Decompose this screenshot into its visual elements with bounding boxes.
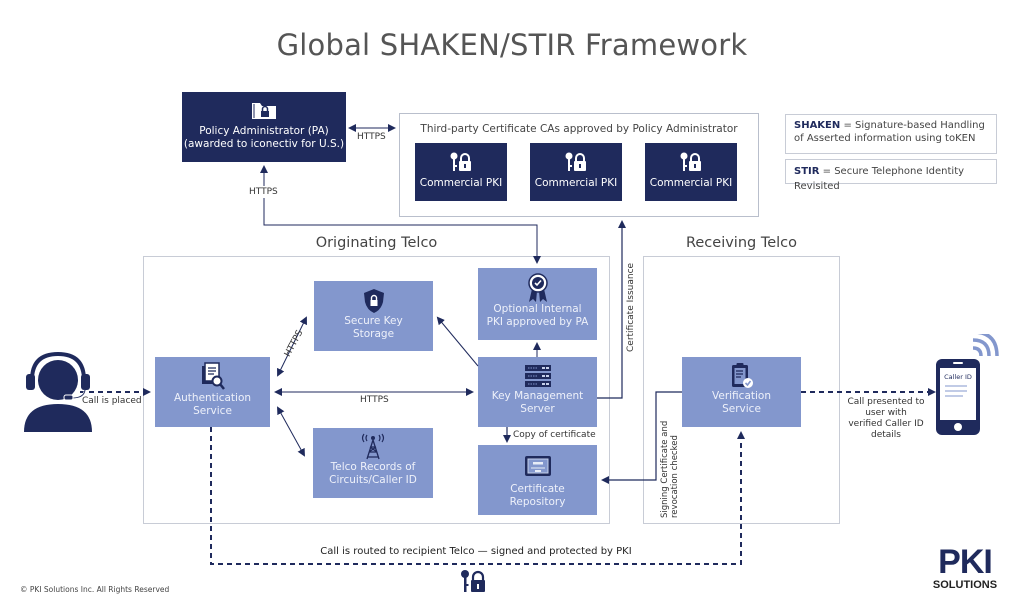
call-routed-label: Call is routed to recipient Telco — sign…	[320, 546, 632, 557]
certificate-issuance-label: Certificate Issuance	[626, 262, 636, 352]
wifi-signal-icon	[972, 334, 999, 357]
phone-device: Caller ID	[935, 358, 981, 436]
phone-caller-id-text: Caller ID	[944, 373, 972, 381]
call-presented-line3: verified Caller ID	[848, 419, 924, 429]
arrow-certificate-issuance	[597, 220, 626, 399]
https-label-auth-kms: HTTPS	[360, 395, 389, 405]
caller-headset-icon	[24, 351, 92, 432]
https-label-pa-down: HTTPS	[249, 186, 278, 198]
logo-solutions-text: SOLUTIONS	[932, 579, 998, 591]
key-lock-icon	[461, 570, 485, 592]
https-label-pa-ca: HTTPS	[357, 132, 386, 142]
signing-check-line1: Signing Certificate and	[660, 420, 670, 518]
mobile-phone-icon	[936, 359, 980, 435]
call-presented-line4: details	[871, 430, 901, 440]
signing-check-line2: revocation checked	[670, 435, 680, 518]
connector-lines	[80, 124, 936, 565]
pki-solutions-logo: PKI SOLUTIONS	[925, 543, 1005, 591]
arrow-kms-to-secure-key	[436, 316, 479, 367]
signing-check-label: Signing Certificate and revocation check…	[660, 421, 680, 518]
call-presented-line2: user with	[865, 408, 907, 418]
arrow-auth-telco-records	[277, 406, 305, 457]
logo-pki-text: PKI	[938, 543, 993, 581]
call-presented-line1: Call presented to	[847, 397, 925, 407]
call-presented-label: Call presented to user with verified Cal…	[840, 397, 932, 441]
copyright-text: © PKI Solutions Inc. All Rights Reserved	[20, 585, 170, 594]
copy-certificate-label: Copy of certificate	[513, 430, 596, 440]
